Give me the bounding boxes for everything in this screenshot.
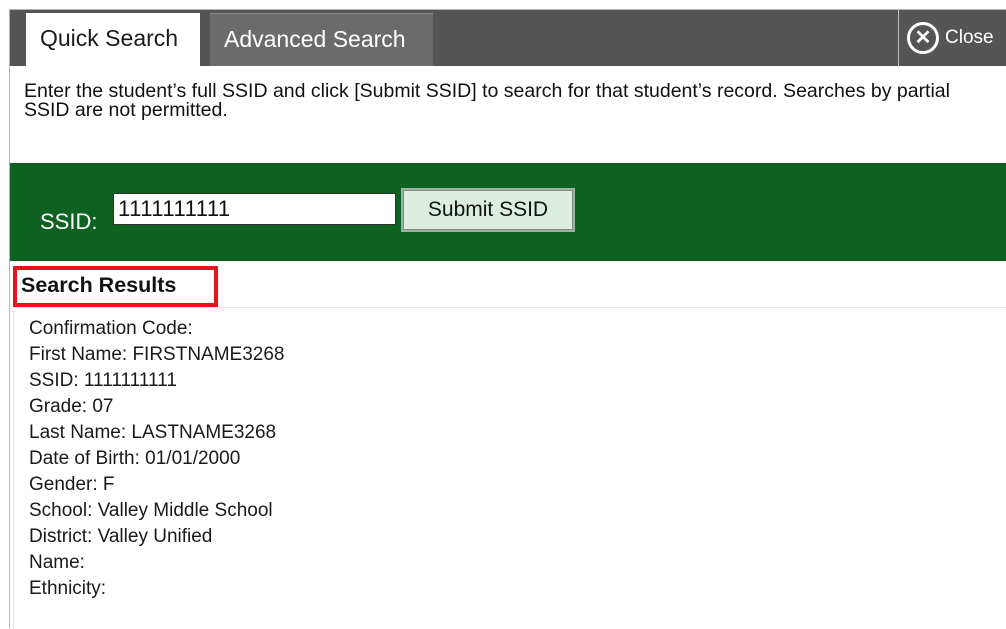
result-district: District: Valley Unified: [29, 526, 213, 547]
search-results-panel: Confirmation Code: First Name: FIRSTNAME…: [13, 307, 1006, 629]
result-grade: Grade: 07: [29, 396, 114, 417]
instructions-text: Enter the student’s full SSID and click …: [24, 80, 950, 121]
result-last-name: Last Name: LASTNAME3268: [29, 422, 277, 443]
result-gender: Gender: F: [29, 474, 115, 495]
result-name: Name:: [29, 552, 85, 573]
search-dialog: Quick Search Advanced Search ✕ Close Ent…: [9, 9, 1006, 629]
result-ssid: SSID: 1111111111: [29, 370, 177, 391]
result-first-name: First Name: FIRSTNAME3268: [29, 344, 285, 365]
tab-advanced-search[interactable]: Advanced Search: [210, 13, 433, 66]
search-results-title: Search Results: [21, 273, 177, 297]
tab-quick-search[interactable]: Quick Search: [26, 13, 200, 66]
close-button[interactable]: ✕ Close: [898, 10, 1006, 66]
result-ethnicity: Ethnicity:: [29, 578, 107, 599]
close-label: Close: [945, 27, 994, 48]
submit-ssid-button[interactable]: Submit SSID: [403, 190, 573, 230]
result-date-of-birth: Date of Birth: 01/01/2000: [29, 448, 241, 469]
tab-bar: Quick Search Advanced Search ✕ Close: [10, 10, 1006, 66]
close-icon: ✕: [907, 22, 939, 54]
ssid-search-bar: SSID: Submit SSID: [10, 163, 1006, 261]
ssid-input[interactable]: [113, 193, 396, 225]
ssid-label: SSID:: [40, 209, 98, 234]
result-school: School: Valley Middle School: [29, 500, 273, 521]
result-confirmation-code: Confirmation Code:: [29, 318, 193, 339]
